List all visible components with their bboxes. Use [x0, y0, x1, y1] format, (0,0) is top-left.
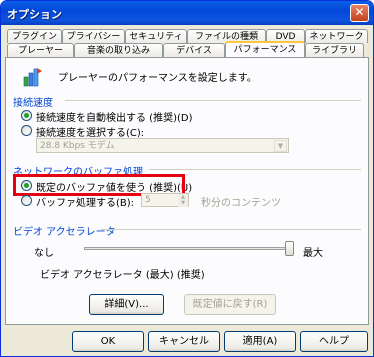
- advanced-button[interactable]: 詳細(V)...: [89, 294, 164, 315]
- custom-buffer-radio[interactable]: [21, 195, 32, 206]
- accel-slider-thumb[interactable]: [285, 241, 294, 256]
- tab-rip-music[interactable]: 音楽の取り込み: [74, 43, 163, 57]
- accel-status: ビデオ アクセラレータ (最大) (推奨): [40, 270, 205, 281]
- panel-description: プレーヤーのパフォーマンスを設定します。: [58, 73, 257, 84]
- help-button[interactable]: ヘルプ: [300, 331, 368, 352]
- speed-select[interactable]: 28.8 Kbps モデム ▼: [36, 138, 289, 153]
- video-accel-heading: ビデオ アクセラレータ: [13, 227, 116, 238]
- tab-privacy[interactable]: プライバシー: [62, 29, 125, 43]
- window-title: オプション: [7, 8, 62, 21]
- close-icon: ✕: [354, 5, 365, 19]
- title-bar[interactable]: オプション ✕: [1, 1, 373, 25]
- custom-buffer-label[interactable]: バッファ処理する(B):: [36, 194, 134, 209]
- connection-speed-heading: 接続速度: [13, 98, 53, 109]
- divider: [65, 100, 361, 101]
- accel-min-label: なし: [34, 248, 54, 259]
- buffer-seconds-input[interactable]: 5 ▲ ▼: [141, 193, 189, 207]
- tab-library[interactable]: ライブラリ: [305, 43, 364, 57]
- accel-slider-track[interactable]: [84, 247, 294, 250]
- divider: [101, 229, 361, 230]
- auto-detect-radio[interactable]: [21, 110, 32, 121]
- options-dialog: オプション ✕ プラグイン プライバシー セキュリティ ファイルの種類 DVD …: [0, 0, 374, 357]
- tab-network[interactable]: ネットワーク: [305, 29, 368, 43]
- auto-detect-label[interactable]: 接続速度を自動検出する (推奨)(D): [36, 109, 192, 124]
- restore-defaults-button[interactable]: 既定値に戻す(R): [184, 294, 276, 315]
- performance-icon: [23, 68, 42, 87]
- cancel-button[interactable]: キャンセル: [148, 331, 220, 352]
- spin-down-icon[interactable]: ▼: [178, 200, 188, 207]
- chevron-down-icon[interactable]: ▼: [274, 140, 287, 152]
- speed-select-value: 28.8 Kbps モデム: [40, 141, 115, 151]
- ok-button[interactable]: OK: [72, 331, 144, 352]
- accel-max-label: 最大: [303, 248, 323, 259]
- buffer-seconds-value: 5: [145, 195, 151, 205]
- tab-plugins[interactable]: プラグイン: [7, 29, 62, 43]
- divider: [149, 169, 361, 170]
- choose-speed-label[interactable]: 接続速度を選択する(C):: [36, 124, 144, 139]
- tab-devices[interactable]: デバイス: [163, 43, 225, 57]
- tab-performance[interactable]: パフォーマンス: [225, 41, 305, 57]
- apply-button[interactable]: 適用(A): [224, 331, 296, 352]
- seconds-suffix: 秒分のコンテンツ: [201, 198, 281, 209]
- tab-player[interactable]: プレーヤー: [7, 43, 74, 57]
- choose-speed-radio[interactable]: [21, 125, 32, 136]
- tab-security[interactable]: セキュリティ: [125, 29, 187, 43]
- close-button[interactable]: ✕: [350, 4, 369, 22]
